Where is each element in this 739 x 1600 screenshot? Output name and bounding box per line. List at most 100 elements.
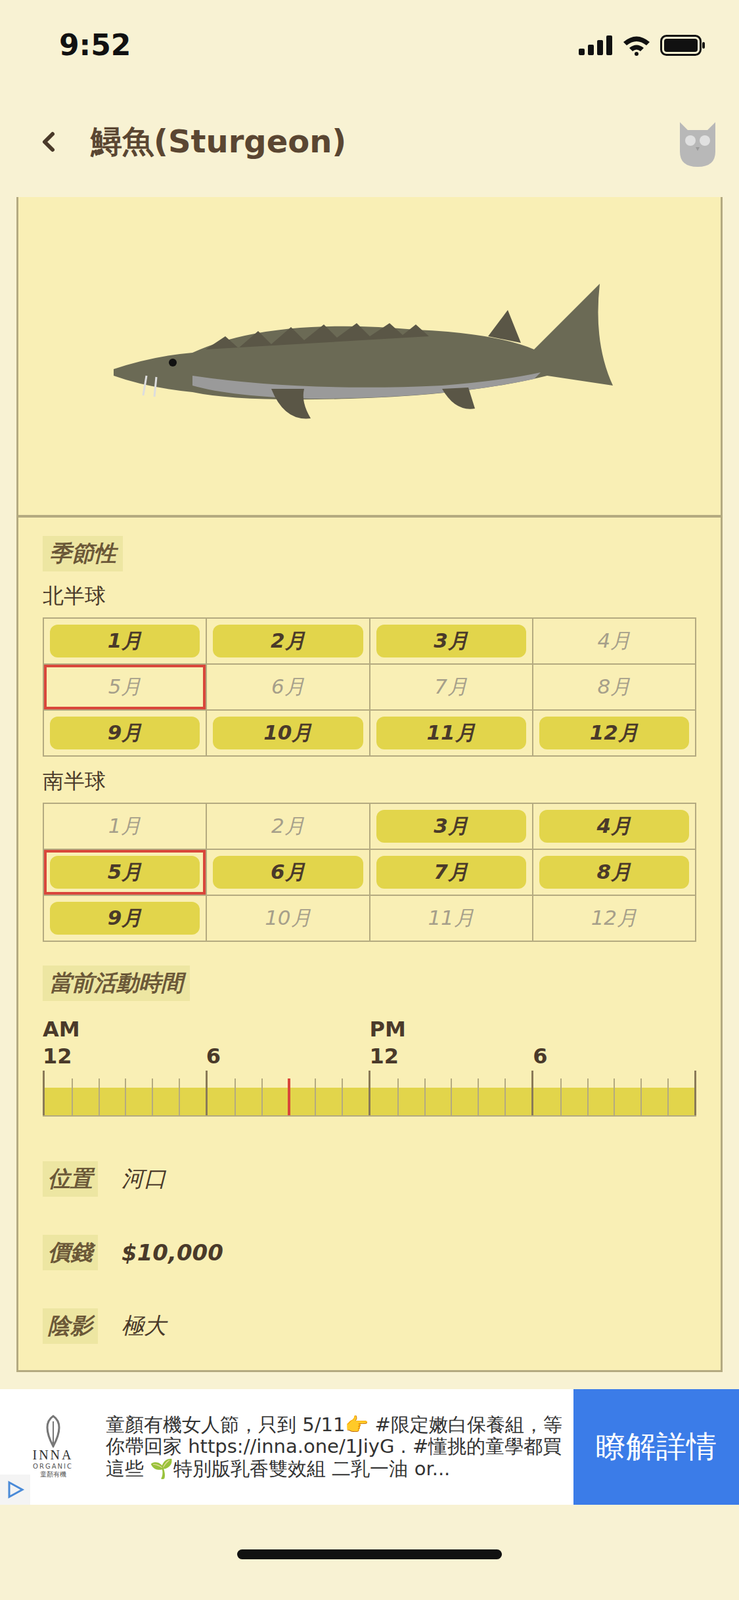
month-label: 1月	[49, 624, 200, 658]
month-label: 1月	[49, 809, 200, 843]
hour-cell	[42, 1070, 72, 1116]
detail-label: 價錢	[42, 1234, 98, 1271]
hour-cell	[205, 1070, 235, 1116]
hour-cell	[98, 1070, 126, 1116]
month-label: 11月	[376, 716, 527, 750]
hour-cell	[124, 1070, 152, 1116]
page: 9:52鱘魚(Sturgeon)季節性北半球1月2月3月4月5月6月7月8月9月…	[0, 0, 739, 1600]
hour-cell	[234, 1070, 262, 1116]
hemisphere: 南半球 1月 2月 3月 4月 5月 6月 7月 8月 9月 10月 11月 12月	[42, 756, 697, 942]
fish-card: 季節性北半球1月2月3月4月5月6月7月8月9月10月11月12月南半球1月2月…	[16, 197, 723, 1373]
hour-cell	[450, 1070, 478, 1116]
hour-cell	[261, 1070, 289, 1116]
ad-logo: INNAORGANIC童顏有機	[0, 1389, 106, 1505]
month-cell: 12月	[533, 710, 697, 757]
month-cell: 10月	[206, 895, 370, 942]
month-label: 8月	[539, 855, 690, 889]
month-cell: 1月	[44, 804, 207, 851]
section-label: 當前活動時間	[42, 965, 190, 1002]
month-label: 3月	[376, 809, 527, 843]
detail-value: 極大	[121, 1311, 167, 1342]
month-cell: 1月	[44, 618, 207, 665]
month-cell: 8月	[533, 664, 697, 711]
hour-cell	[504, 1070, 532, 1116]
month-cell: 11月	[370, 895, 534, 942]
leaf-logo-icon	[38, 1414, 68, 1448]
month-label: 7月	[376, 670, 527, 704]
fish-image	[18, 197, 721, 518]
month-label: 11月	[376, 901, 527, 935]
current-time-marker	[287, 1078, 291, 1116]
month-label: 9月	[49, 901, 200, 935]
header: 鱘魚(Sturgeon)	[0, 89, 739, 194]
month-cell: 3月	[370, 618, 534, 665]
month-label: 10月	[212, 901, 363, 935]
tick-labels: AM126PM126	[42, 1015, 697, 1071]
month-cell: 10月	[206, 710, 370, 757]
back-icon	[32, 126, 65, 158]
signal-icon	[578, 35, 613, 56]
hemisphere-label: 北半球	[42, 582, 697, 611]
hour-cell	[560, 1070, 588, 1116]
hour-cell	[151, 1070, 179, 1116]
status-time: 9:52	[59, 28, 131, 62]
month-cell: 8月	[533, 850, 697, 896]
month-cell: 2月	[206, 804, 370, 851]
month-label: 10月	[212, 716, 363, 750]
detail-value: $10,000	[121, 1239, 224, 1266]
month-cell: 2月	[206, 618, 370, 665]
hour-cell	[341, 1070, 369, 1116]
month-label: 12月	[539, 716, 690, 750]
ad-text: 童顏有機女人節，只到 5/11👉 #限定嫩白保養組，等你帶回家 https://…	[105, 1389, 574, 1505]
details: 位置河口價錢$10,000陰影極大	[42, 1161, 697, 1344]
month-cell: 6月	[206, 664, 370, 711]
detail-row: 陰影極大	[42, 1308, 697, 1344]
wifi-icon	[622, 34, 651, 56]
detail-label: 陰影	[42, 1308, 98, 1344]
month-label: 6月	[212, 670, 363, 704]
month-cell: 6月	[206, 850, 370, 896]
hour-cell	[178, 1070, 206, 1116]
month-cell: 9月	[44, 895, 207, 942]
month-label: 12月	[539, 901, 690, 935]
tick-label: AM12	[42, 1015, 207, 1071]
ad-button[interactable]: 瞭解詳情	[573, 1389, 739, 1505]
hour-cell	[368, 1070, 398, 1116]
hour-cell	[640, 1070, 668, 1116]
month-label: 3月	[376, 624, 527, 658]
owl-icon[interactable]	[675, 115, 720, 169]
month-label: 8月	[539, 670, 690, 704]
sturgeon-icon	[74, 270, 666, 442]
page-title: 鱘魚(Sturgeon)	[90, 120, 650, 163]
month-cell: 4月	[533, 804, 697, 851]
hour-cell	[287, 1070, 315, 1116]
month-cell: 9月	[44, 710, 207, 757]
back-button[interactable]	[32, 126, 65, 158]
month-label: 4月	[539, 809, 690, 843]
hour-cell	[314, 1070, 342, 1116]
month-label: 7月	[376, 855, 527, 889]
battery-icon	[660, 34, 707, 56]
month-cell: 3月	[370, 804, 534, 851]
hour-cell	[424, 1070, 452, 1116]
month-cell: 5月	[44, 664, 207, 711]
tick-label: 6	[532, 1015, 697, 1071]
month-cell: 7月	[370, 664, 534, 711]
month-label: 4月	[539, 624, 690, 658]
hemisphere-label: 南半球	[42, 767, 697, 797]
month-label: 6月	[212, 855, 363, 889]
month-label: 2月	[212, 809, 363, 843]
month-cell: 7月	[370, 850, 534, 896]
ad-banner[interactable]: INNAORGANIC童顏有機童顏有機女人節，只到 5/11👉 #限定嫩白保養組…	[0, 1389, 739, 1505]
activity-timeline	[42, 1070, 697, 1117]
ad-choices-icon[interactable]	[5, 1479, 25, 1500]
month-cell: 4月	[533, 618, 697, 665]
detail-label: 位置	[42, 1161, 98, 1197]
activity-section: 當前活動時間AM126PM126	[42, 965, 697, 1117]
month-label: 5月	[49, 855, 200, 889]
section-label: 季節性	[42, 536, 123, 572]
month-label: 2月	[212, 624, 363, 658]
month-grid: 1月 2月 3月 4月 5月 6月 7月 8月 9月 10月 11月 12月	[42, 802, 697, 942]
month-cell: 12月	[533, 895, 697, 942]
hour-cell	[531, 1070, 561, 1116]
